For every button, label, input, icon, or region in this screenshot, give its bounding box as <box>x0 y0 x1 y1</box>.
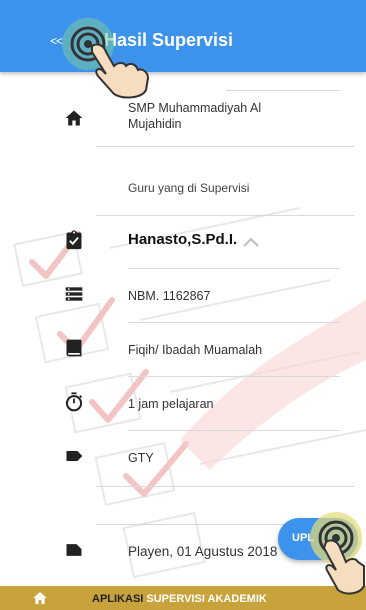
app-bar: << Hasil Supervisi <box>0 0 366 72</box>
status-row: GTY <box>0 448 366 468</box>
bottom-bar: APLIKASI SUPERVISI AKADEMIK <box>0 586 366 610</box>
timer-icon <box>65 392 83 412</box>
subject-text: Fiqih/ Ibadah Muamalah <box>128 343 263 357</box>
hand-pointer-icon <box>322 539 365 595</box>
section-title: Guru yang di Supervisi <box>128 181 250 195</box>
teacher-name: Hanasto,S.Pd.I. <box>128 231 238 248</box>
duration-row: 1 jam pelajaran <box>0 392 366 414</box>
back-button[interactable]: << <box>50 34 63 48</box>
home-icon <box>65 110 83 126</box>
chevron-up-icon[interactable] <box>242 236 260 248</box>
subject-row: Fiqih/ Ibadah Muamalah <box>0 339 366 360</box>
bottom-bar-label-part1: APLIKASI <box>92 593 144 605</box>
list-icon <box>65 287 83 301</box>
status-text: GTY <box>128 451 154 465</box>
section-header: Guru yang di Supervisi <box>0 180 366 200</box>
label-icon <box>66 451 83 461</box>
clipboard-check-icon <box>66 230 82 250</box>
school-row: SMP Muhammadiyah Al Mujahidin <box>0 98 366 152</box>
school-name: SMP Muhammadiyah Al Mujahidin <box>128 101 262 131</box>
label-icon <box>66 544 82 556</box>
bottom-bar-label: APLIKASI SUPERVISI AKADEMIK <box>92 593 267 605</box>
book-icon <box>66 339 82 357</box>
date-text: Playen, 01 Agustus 2018 <box>128 544 278 559</box>
duration-text: 1 jam pelajaran <box>128 397 214 411</box>
hand-pointer-icon <box>91 43 150 99</box>
nbm-row: NBM. 1162867 <box>0 286 366 306</box>
bottom-bar-label-part2: SUPERVISI AKADEMIK <box>146 593 267 605</box>
teacher-row[interactable]: Hanasto,S.Pd.I. <box>0 230 366 254</box>
home-icon[interactable] <box>32 590 48 606</box>
nbm-text: NBM. 1162867 <box>128 289 211 303</box>
